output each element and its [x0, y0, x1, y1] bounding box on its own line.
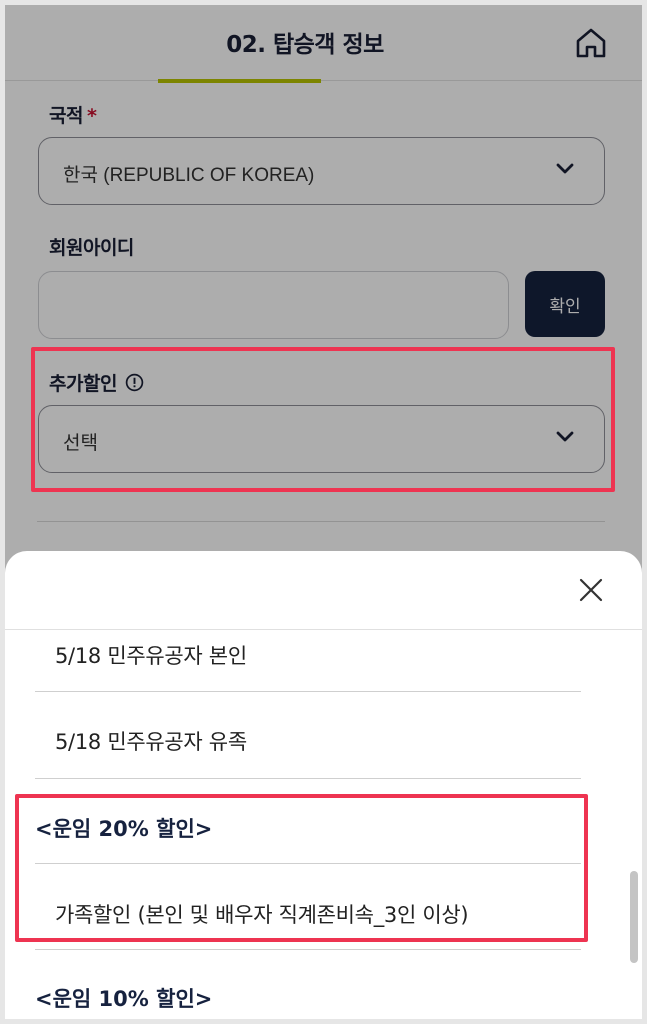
- sheet-scrollbar-thumb[interactable]: [630, 871, 638, 963]
- option-divider: [35, 949, 581, 950]
- highlight-box-family-discount: [15, 794, 588, 942]
- sheet-scrollbar-track[interactable]: [627, 631, 637, 1019]
- highlight-box-discount: [31, 347, 615, 492]
- option-divider: [35, 691, 581, 692]
- option-divider: [35, 778, 581, 779]
- sheet-header-divider: [5, 629, 642, 630]
- discount-bottom-sheet: 5/18 민주유공자 본인 5/18 민주유공자 유족 <운임 20% 할인> …: [5, 551, 642, 1019]
- option-item[interactable]: 5/18 민주유공자 본인: [55, 640, 247, 670]
- screenshot-frame: 02. 탑승객 정보 국적 * 한국 (REPUBLIC OF KOREA) 회원…: [0, 0, 647, 1024]
- close-icon[interactable]: [578, 577, 604, 603]
- option-group-header: <운임 10% 할인>: [35, 987, 213, 1011]
- option-item[interactable]: 5/18 민주유공자 유족: [55, 726, 247, 756]
